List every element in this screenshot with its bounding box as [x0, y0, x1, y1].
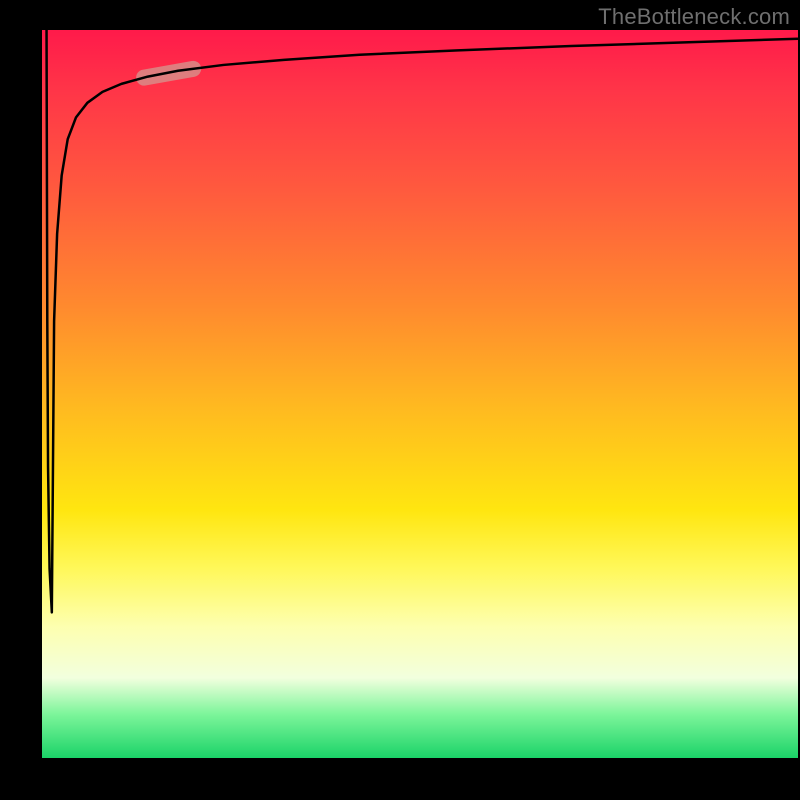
bottleneck-curve — [47, 30, 798, 612]
chart-frame: TheBottleneck.com — [0, 0, 800, 800]
curve-layer — [42, 30, 798, 758]
plot-border — [0, 0, 800, 800]
plot-area — [42, 30, 798, 758]
watermark-label: TheBottleneck.com — [598, 4, 790, 30]
